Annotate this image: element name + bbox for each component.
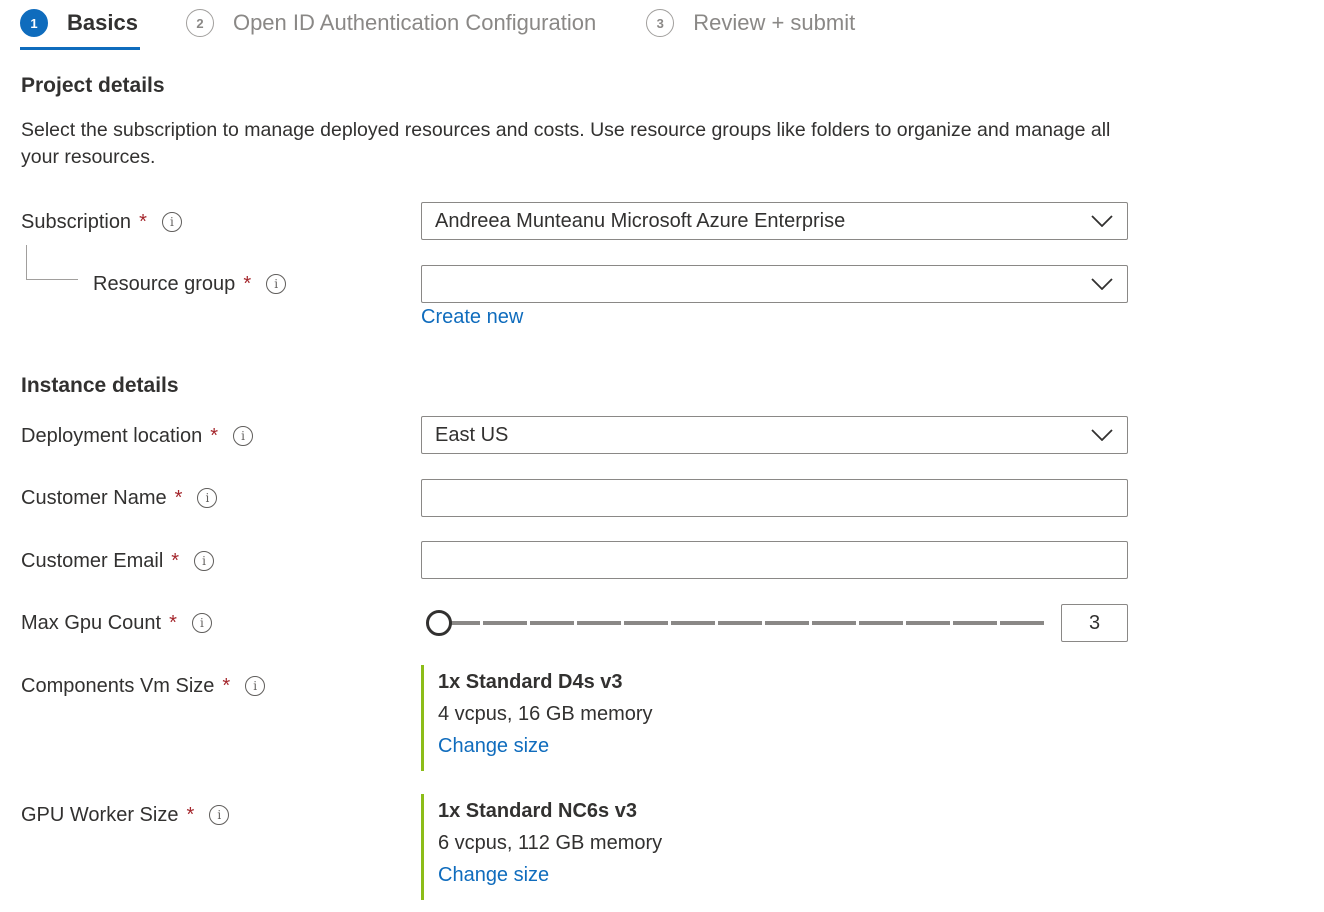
info-icon[interactable]: i bbox=[266, 274, 287, 294]
step-number-2: 2 bbox=[185, 9, 214, 37]
deployment-location-value: East US bbox=[435, 423, 509, 446]
deployment-location-dropdown[interactable]: East US bbox=[421, 416, 1128, 454]
max-gpu-count-value-input[interactable]: 3 bbox=[1061, 604, 1128, 642]
subscription-value: Andreea Munteanu Microsoft Azure Enterpr… bbox=[435, 209, 846, 232]
resource-group-dropdown[interactable] bbox=[421, 265, 1128, 303]
customer-name-label-row: Customer Name * i bbox=[21, 483, 218, 513]
info-icon[interactable]: i bbox=[194, 551, 215, 571]
gpu-worker-size-label: GPU Worker Size bbox=[21, 803, 179, 826]
info-icon[interactable]: i bbox=[245, 676, 266, 696]
customer-email-input[interactable] bbox=[421, 541, 1128, 579]
vm-size-title: 1x Standard NC6s v3 bbox=[438, 800, 637, 822]
project-details-heading: Project details bbox=[21, 74, 165, 97]
instance-details-heading: Instance details bbox=[21, 374, 179, 397]
gpu-worker-size-label-row: GPU Worker Size * i bbox=[21, 800, 230, 830]
deployment-location-label-row: Deployment location * i bbox=[21, 421, 254, 451]
info-icon[interactable]: i bbox=[191, 613, 212, 633]
required-marker: * bbox=[171, 549, 180, 572]
slider-track[interactable] bbox=[436, 621, 1044, 625]
resource-group-label-row: Resource group * i bbox=[93, 269, 287, 299]
components-vm-size-label-row: Components Vm Size * i bbox=[21, 671, 266, 701]
customer-email-label-row: Customer Email * i bbox=[21, 546, 215, 576]
subscription-label: Subscription bbox=[21, 210, 132, 233]
max-gpu-count-slider[interactable] bbox=[424, 608, 1044, 638]
tab-basics[interactable]: 1 Basics bbox=[20, 0, 140, 50]
info-icon[interactable]: i bbox=[197, 488, 218, 508]
info-icon[interactable]: i bbox=[161, 212, 182, 232]
required-marker: * bbox=[169, 611, 177, 634]
step-number-3: 3 bbox=[646, 9, 675, 37]
required-marker: * bbox=[186, 803, 195, 826]
customer-name-label: Customer Name bbox=[21, 486, 167, 509]
required-marker: * bbox=[243, 272, 252, 295]
create-wizard-page: 1 Basics 2 Open ID Authentication Config… bbox=[0, 0, 1324, 912]
customer-name-input[interactable] bbox=[421, 479, 1128, 517]
slider-thumb[interactable] bbox=[426, 610, 452, 636]
vm-size-title: 1x Standard D4s v3 bbox=[438, 671, 623, 693]
gpu-worker-size-summary: 1x Standard NC6s v3 6 vcpus, 112 GB memo… bbox=[421, 794, 821, 900]
vm-size-spec: 6 vcpus, 112 GB memory bbox=[438, 832, 663, 854]
required-marker: * bbox=[210, 424, 219, 447]
vm-size-spec: 4 vcpus, 16 GB memory bbox=[438, 703, 653, 725]
max-gpu-count-label-row: Max Gpu Count * i bbox=[21, 608, 212, 638]
change-components-vm-size-link[interactable]: Change size bbox=[438, 735, 549, 758]
customer-email-label: Customer Email bbox=[21, 549, 164, 572]
tab-label: Open ID Authentication Configuration bbox=[232, 10, 597, 35]
subscription-dropdown[interactable]: Andreea Munteanu Microsoft Azure Enterpr… bbox=[421, 202, 1128, 240]
required-marker: * bbox=[174, 486, 183, 509]
chevron-down-icon bbox=[1090, 272, 1114, 296]
max-gpu-count-label: Max Gpu Count bbox=[21, 611, 162, 634]
tab-open-id-authentication[interactable]: 2 Open ID Authentication Configuration bbox=[185, 0, 597, 46]
chevron-down-icon bbox=[1090, 209, 1114, 233]
step-number-1: 1 bbox=[20, 9, 48, 37]
create-new-resource-group-link[interactable]: Create new bbox=[421, 306, 523, 329]
components-vm-size-label: Components Vm Size bbox=[21, 674, 215, 697]
tab-review-submit[interactable]: 3 Review + submit bbox=[646, 0, 855, 46]
info-icon[interactable]: i bbox=[209, 805, 230, 825]
wizard-tabs: 1 Basics 2 Open ID Authentication Config… bbox=[20, 0, 905, 52]
deployment-location-label: Deployment location bbox=[21, 424, 203, 447]
change-gpu-worker-size-link[interactable]: Change size bbox=[438, 864, 549, 887]
components-vm-size-summary: 1x Standard D4s v3 4 vcpus, 16 GB memory… bbox=[421, 665, 821, 771]
tab-label: Basics bbox=[67, 10, 138, 35]
required-marker: * bbox=[139, 210, 147, 233]
subscription-label-row: Subscription * i bbox=[21, 207, 182, 237]
required-marker: * bbox=[222, 674, 231, 697]
hierarchy-connector bbox=[26, 245, 78, 280]
resource-group-label: Resource group bbox=[93, 272, 236, 295]
info-icon[interactable]: i bbox=[233, 426, 254, 446]
project-details-description: Select the subscription to manage deploy… bbox=[21, 119, 1111, 168]
chevron-down-icon bbox=[1090, 423, 1114, 447]
tab-label: Review + submit bbox=[693, 10, 856, 35]
